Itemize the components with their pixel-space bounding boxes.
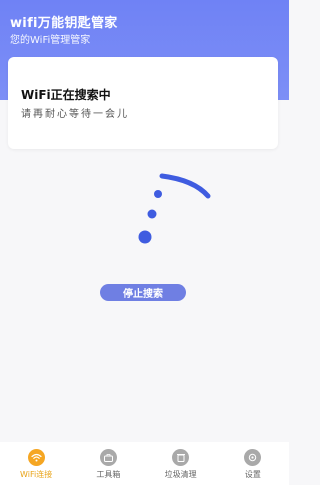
tab-label: 垃圾清理 xyxy=(164,470,197,479)
status-description: 请再耐心等待一会儿 xyxy=(21,109,129,120)
stop-search-button[interactable]: 停止搜索 xyxy=(100,284,186,301)
settings-icon xyxy=(244,449,262,466)
tab-wifi-connect[interactable]: WiFi连接 xyxy=(0,442,72,485)
bottom-tab-bar: WiFi连接 工具箱 垃圾清理 设置 xyxy=(0,442,289,485)
tab-junk-clean[interactable]: 垃圾清理 xyxy=(145,442,217,485)
spinner-dot-3 xyxy=(138,230,152,244)
spinner-dot-1 xyxy=(154,190,162,198)
wifi-icon xyxy=(27,449,45,466)
app-title: wifi万能钥匙管家 xyxy=(10,16,118,31)
spinner-dot-2 xyxy=(147,209,157,219)
trash-icon xyxy=(172,449,190,466)
status-card: WiFi正在搜索中 请再耐心等待一会儿 xyxy=(8,57,278,149)
tab-toolbox[interactable]: 工具箱 xyxy=(72,442,144,485)
loading-spinner-icon xyxy=(138,173,211,244)
status-title: WiFi正在搜索中 xyxy=(21,88,111,102)
toolbox-icon xyxy=(99,449,117,466)
tab-settings[interactable]: 设置 xyxy=(217,442,289,485)
tab-label: 设置 xyxy=(244,470,261,479)
spinner-arc xyxy=(159,173,211,199)
tab-label: 工具箱 xyxy=(96,470,121,479)
app-subtitle: 您的WiFi管理管家 xyxy=(10,35,91,46)
tab-label: WiFi连接 xyxy=(20,470,53,479)
